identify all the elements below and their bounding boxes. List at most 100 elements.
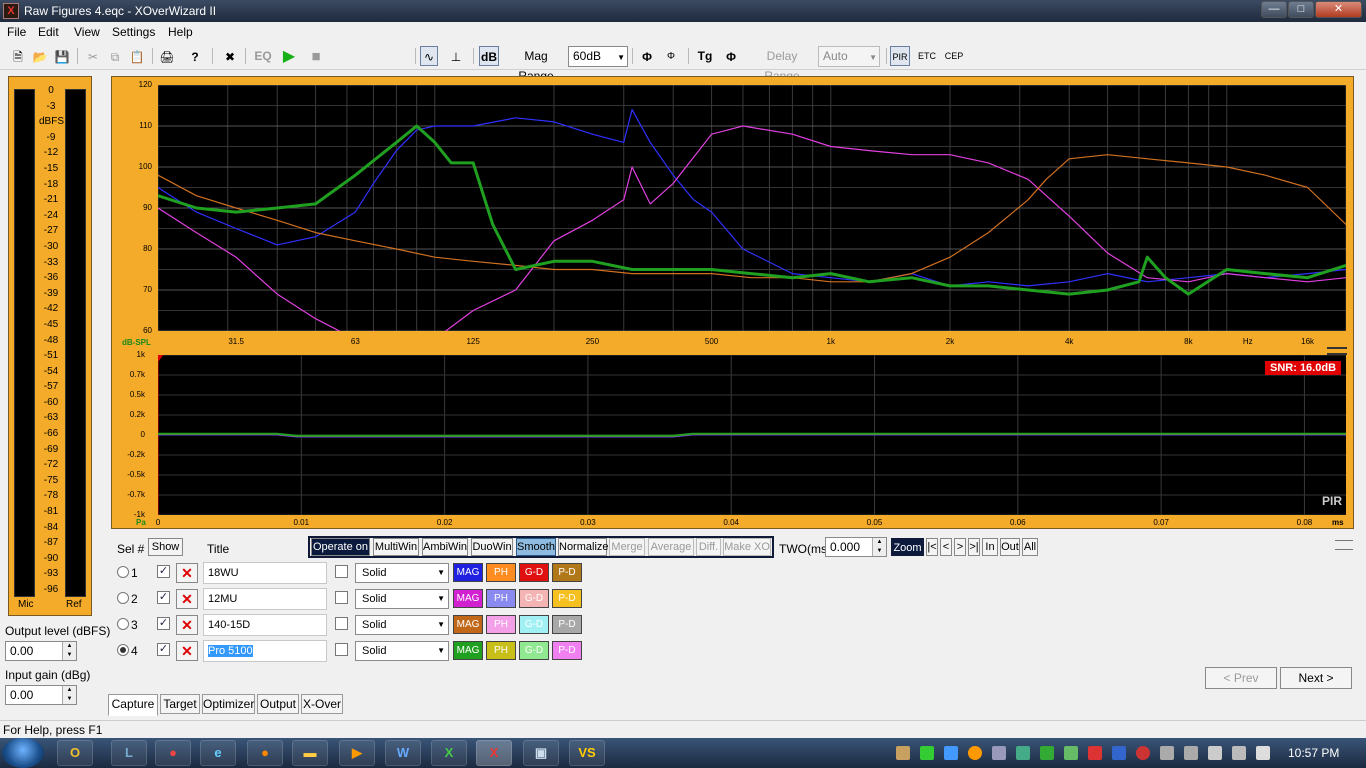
zoom-out-button[interactable]: Out xyxy=(1000,538,1020,556)
menu-view[interactable]: View xyxy=(74,25,100,39)
menu-edit[interactable]: Edit xyxy=(38,25,59,39)
tray-display-icon[interactable] xyxy=(992,746,1006,760)
maximize-button[interactable]: □ xyxy=(1288,1,1314,18)
tab-optimizer[interactable]: Optimizer xyxy=(202,694,255,714)
trace-title-input[interactable]: 140-15D xyxy=(203,614,327,636)
trace-mag-button[interactable]: MAG xyxy=(453,563,483,582)
tray-usb-icon[interactable] xyxy=(1160,746,1174,760)
db-toggle-button[interactable]: dB xyxy=(479,46,499,66)
prev-button[interactable]: < Prev xyxy=(1205,667,1277,689)
trace-p-d-button[interactable]: P-D xyxy=(552,641,582,660)
panel-menu-icon[interactable] xyxy=(1335,540,1353,550)
etc-button[interactable]: ETC xyxy=(916,46,938,66)
tray-security-icon[interactable] xyxy=(1016,746,1030,760)
trace-ph-button[interactable]: PH xyxy=(486,641,516,660)
menu-settings[interactable]: Settings xyxy=(112,25,155,39)
taskbar-word-icon[interactable]: W xyxy=(385,740,421,766)
trace-title-input[interactable]: 18WU xyxy=(203,562,327,584)
taskbar-ie-icon[interactable]: e xyxy=(200,740,236,766)
taskbar-media-icon[interactable]: ▶ xyxy=(339,740,375,766)
zoom-last-button[interactable]: >| xyxy=(968,538,980,556)
menu-file[interactable]: File xyxy=(7,25,26,39)
line-style-select[interactable]: Solid ▼ xyxy=(355,589,449,609)
cep-button[interactable]: CEP xyxy=(943,46,965,66)
trace-mag-button[interactable]: MAG xyxy=(453,589,483,608)
tools-icon[interactable]: ✖ xyxy=(221,46,239,66)
close-button[interactable]: ✕ xyxy=(1315,1,1362,18)
trace-ph-button[interactable]: PH xyxy=(486,615,516,634)
tab-output[interactable]: Output xyxy=(257,694,299,714)
paste-icon[interactable]: 📋 xyxy=(128,46,146,66)
stop-icon[interactable]: ■ xyxy=(307,46,325,66)
pir-button[interactable]: PIR xyxy=(890,46,910,66)
taskbar-excel-icon[interactable]: X xyxy=(431,740,467,766)
trace-option-checkbox[interactable] xyxy=(335,565,348,578)
minimize-button[interactable]: — xyxy=(1261,1,1287,18)
start-button-icon[interactable] xyxy=(2,738,44,768)
copy-icon[interactable]: ⧉ xyxy=(106,46,124,66)
smooth-button[interactable]: Smooth xyxy=(516,538,556,556)
trace-title-input[interactable]: 12MU xyxy=(203,588,327,610)
tray-shield-icon[interactable] xyxy=(1088,746,1102,760)
operate-on-button[interactable]: Operate on xyxy=(311,538,370,556)
mag-range-select[interactable]: 60dB ▼ xyxy=(568,46,628,67)
trace-p-d-button[interactable]: P-D xyxy=(552,589,582,608)
tray-sync-icon[interactable] xyxy=(920,746,934,760)
trace-show-checkbox[interactable]: ✓ xyxy=(157,643,170,656)
trace-select-radio[interactable] xyxy=(117,566,129,578)
merge-button[interactable]: Merge xyxy=(609,538,645,556)
trace-ph-button[interactable]: PH xyxy=(486,589,516,608)
trace-g-d-button[interactable]: G-D xyxy=(519,563,549,582)
trace-mag-button[interactable]: MAG xyxy=(453,641,483,660)
trace-show-checkbox[interactable]: ✓ xyxy=(157,565,170,578)
tray-volume-icon[interactable] xyxy=(1256,746,1270,760)
tray-app-icon[interactable] xyxy=(1136,746,1150,760)
trace-show-checkbox[interactable]: ✓ xyxy=(157,591,170,604)
group-delay-button[interactable]: Tg xyxy=(695,46,715,66)
trace-g-d-button[interactable]: G-D xyxy=(519,641,549,660)
tray-battery-icon[interactable] xyxy=(1208,746,1222,760)
save-icon[interactable]: 💾 xyxy=(53,46,71,66)
impulse-view-icon[interactable]: ⊥ xyxy=(447,46,465,66)
taskbar-app-l-icon[interactable]: L xyxy=(111,740,147,766)
tray-signal-icon[interactable] xyxy=(1232,746,1246,760)
trace-select-radio[interactable] xyxy=(117,618,129,630)
delete-trace-icon[interactable]: ✕ xyxy=(176,563,198,583)
zoom-prev-button[interactable]: < xyxy=(940,538,952,556)
trace-p-d-button[interactable]: P-D xyxy=(552,615,582,634)
trace-option-checkbox[interactable] xyxy=(335,617,348,630)
duowin-button[interactable]: DuoWin xyxy=(471,538,513,556)
taskbar-vs-icon[interactable]: VS xyxy=(569,740,605,766)
normalize-button[interactable]: Normalize xyxy=(558,538,609,556)
trace-title-input[interactable]: Pro 5100 xyxy=(203,640,327,662)
delete-trace-icon[interactable]: ✕ xyxy=(176,641,198,661)
input-gain-input[interactable]: 0.00 ▲ ▼ xyxy=(5,685,77,705)
tray-alert-icon[interactable] xyxy=(1112,746,1126,760)
trace-ph-button[interactable]: PH xyxy=(486,563,516,582)
tray-update-icon[interactable] xyxy=(968,746,982,760)
open-folder-icon[interactable]: 📂 xyxy=(31,46,49,66)
menu-help[interactable]: Help xyxy=(168,25,193,39)
tab-x-over[interactable]: X-Over xyxy=(301,694,343,714)
eq-button[interactable]: EQ xyxy=(253,46,273,66)
ambiwin-button[interactable]: AmbiWin xyxy=(422,538,468,556)
taskbar-clock[interactable]: 10:57 PM xyxy=(1288,746,1339,760)
wrap-phase-icon[interactable]: Φ xyxy=(662,46,680,66)
taskbar-chrome-icon[interactable]: ● xyxy=(155,740,191,766)
splitter-handle-icon[interactable] xyxy=(1327,347,1347,355)
trace-show-checkbox[interactable]: ✓ xyxy=(157,617,170,630)
trace-select-radio[interactable] xyxy=(117,592,129,604)
zoom-in-button[interactable]: In xyxy=(982,538,998,556)
next-button[interactable]: Next > xyxy=(1280,667,1352,689)
taskbar-remote-icon[interactable]: ▣ xyxy=(523,740,559,766)
average-button[interactable]: Average xyxy=(648,538,694,556)
line-style-select[interactable]: Solid ▼ xyxy=(355,641,449,661)
line-style-select[interactable]: Solid ▼ xyxy=(355,615,449,635)
line-style-select[interactable]: Solid ▼ xyxy=(355,563,449,583)
trace-select-radio[interactable] xyxy=(117,644,129,656)
taskbar-outlook-icon[interactable]: O xyxy=(57,740,93,766)
phase-delay-icon[interactable]: Φ xyxy=(722,46,740,66)
delay-range-select[interactable]: Auto ▼ xyxy=(818,46,880,67)
delete-trace-icon[interactable]: ✕ xyxy=(176,589,198,609)
cut-icon[interactable]: ✂ xyxy=(84,46,102,66)
